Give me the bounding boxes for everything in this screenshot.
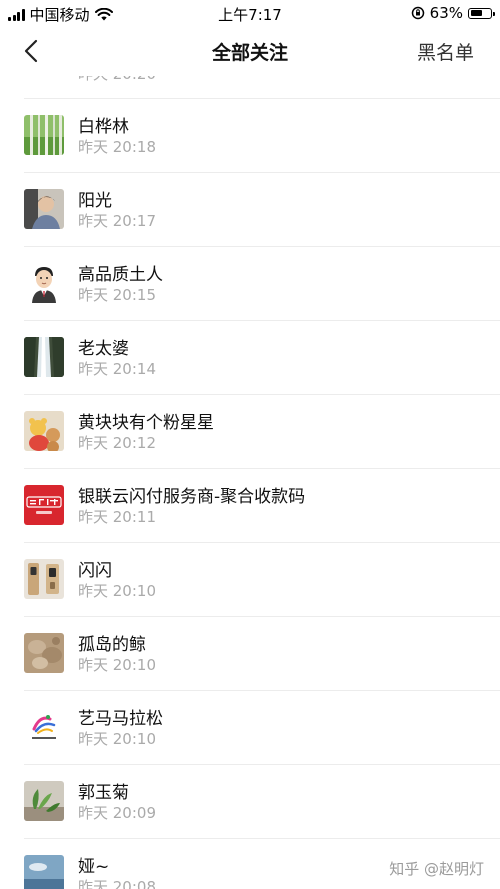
item-name: 阳光 — [78, 191, 112, 211]
door-lock-avatar-icon — [24, 559, 64, 599]
item-time: 昨天 20:10 — [78, 656, 156, 674]
avatar[interactable] — [24, 337, 64, 377]
list-item[interactable]: 高品质土人 昨天 20:15 — [0, 246, 500, 320]
partial-item-time: 昨天 20:20 — [78, 76, 156, 84]
list-item[interactable]: 阳光 昨天 20:17 — [0, 172, 500, 246]
avatar[interactable] — [24, 189, 64, 229]
battery-fill — [470, 10, 482, 16]
toy-bears-avatar-icon — [24, 411, 64, 451]
divider — [24, 172, 500, 173]
divider — [24, 394, 500, 395]
item-time: 昨天 20:18 — [78, 138, 156, 156]
item-name: 孤岛的鲸 — [78, 635, 146, 655]
blacklist-button[interactable]: 黑名单 — [417, 38, 474, 65]
item-name: 白桦林 — [78, 117, 129, 137]
plant-avatar-icon — [24, 781, 64, 821]
item-time: 昨天 20:10 — [78, 582, 156, 600]
item-name: 高品质土人 — [78, 265, 163, 285]
avatar[interactable] — [24, 707, 64, 747]
waterfall-avatar-icon — [24, 337, 64, 377]
list-item[interactable]: 黄块块有个粉星星 昨天 20:12 — [0, 394, 500, 468]
item-time: 昨天 20:12 — [78, 434, 156, 452]
item-time: 昨天 20:15 — [78, 286, 156, 304]
marathon-logo-avatar-icon — [24, 707, 64, 747]
avatar[interactable] — [24, 263, 64, 303]
avatar[interactable] — [24, 633, 64, 673]
item-name: 黄块块有个粉星星 — [78, 413, 214, 433]
cartoon-man-avatar-icon — [24, 263, 64, 303]
forest-avatar-icon — [24, 115, 64, 155]
divider — [24, 616, 500, 617]
item-name: 娅~ — [78, 857, 110, 877]
item-name: 郭玉菊 — [78, 783, 129, 803]
divider — [24, 468, 500, 469]
battery-percent: 63% — [429, 4, 463, 22]
list-item[interactable]: 老太婆 昨天 20:14 — [0, 320, 500, 394]
nav-bar: 全部关注 黑名单 — [0, 26, 500, 76]
following-list: 昨天 20:20 白桦林 昨天 20:18 — [0, 76, 500, 889]
avatar[interactable] — [24, 115, 64, 155]
avatar[interactable] — [24, 485, 64, 525]
item-time: 昨天 20:10 — [78, 730, 156, 748]
avatar[interactable] — [24, 559, 64, 599]
person-photo-avatar-icon — [24, 189, 64, 229]
unionpay-logo-avatar-icon — [24, 485, 64, 525]
divider — [24, 838, 500, 839]
avatar[interactable] — [24, 855, 64, 889]
divider — [24, 320, 500, 321]
divider — [24, 542, 500, 543]
orientation-lock-icon — [411, 6, 424, 20]
item-name: 艺马马拉松 — [78, 709, 163, 729]
item-time: 昨天 20:17 — [78, 212, 156, 230]
item-time: 昨天 20:14 — [78, 360, 156, 378]
item-time: 昨天 20:09 — [78, 804, 156, 822]
status-bar: 中国移动 上午7:17 63% — [0, 0, 500, 26]
blue-sky-avatar-icon — [24, 855, 64, 889]
list-item[interactable]: 银联云闪付服务商-聚合收款码 昨天 20:11 — [0, 468, 500, 542]
divider — [24, 98, 500, 99]
divider — [24, 690, 500, 691]
item-name: 闪闪 — [78, 561, 112, 581]
item-time: 昨天 20:08 — [78, 878, 156, 889]
battery-icon — [468, 7, 495, 19]
divider — [24, 246, 500, 247]
list-item[interactable]: 艺马马拉松 昨天 20:10 — [0, 690, 500, 764]
watermark: 知乎 @赵明灯 — [387, 858, 486, 879]
avatar[interactable] — [24, 781, 64, 821]
list-item[interactable]: 白桦林 昨天 20:18 — [0, 98, 500, 172]
item-time: 昨天 20:11 — [78, 508, 156, 526]
list-item[interactable]: 闪闪 昨天 20:10 — [0, 542, 500, 616]
stones-avatar-icon — [24, 633, 64, 673]
avatar[interactable] — [24, 411, 64, 451]
list-item[interactable]: 郭玉菊 昨天 20:09 — [0, 764, 500, 838]
item-name: 老太婆 — [78, 339, 129, 359]
item-name: 银联云闪付服务商-聚合收款码 — [78, 487, 306, 507]
divider — [24, 764, 500, 765]
status-right: 63% — [411, 4, 495, 22]
list-item[interactable]: 孤岛的鲸 昨天 20:10 — [0, 616, 500, 690]
